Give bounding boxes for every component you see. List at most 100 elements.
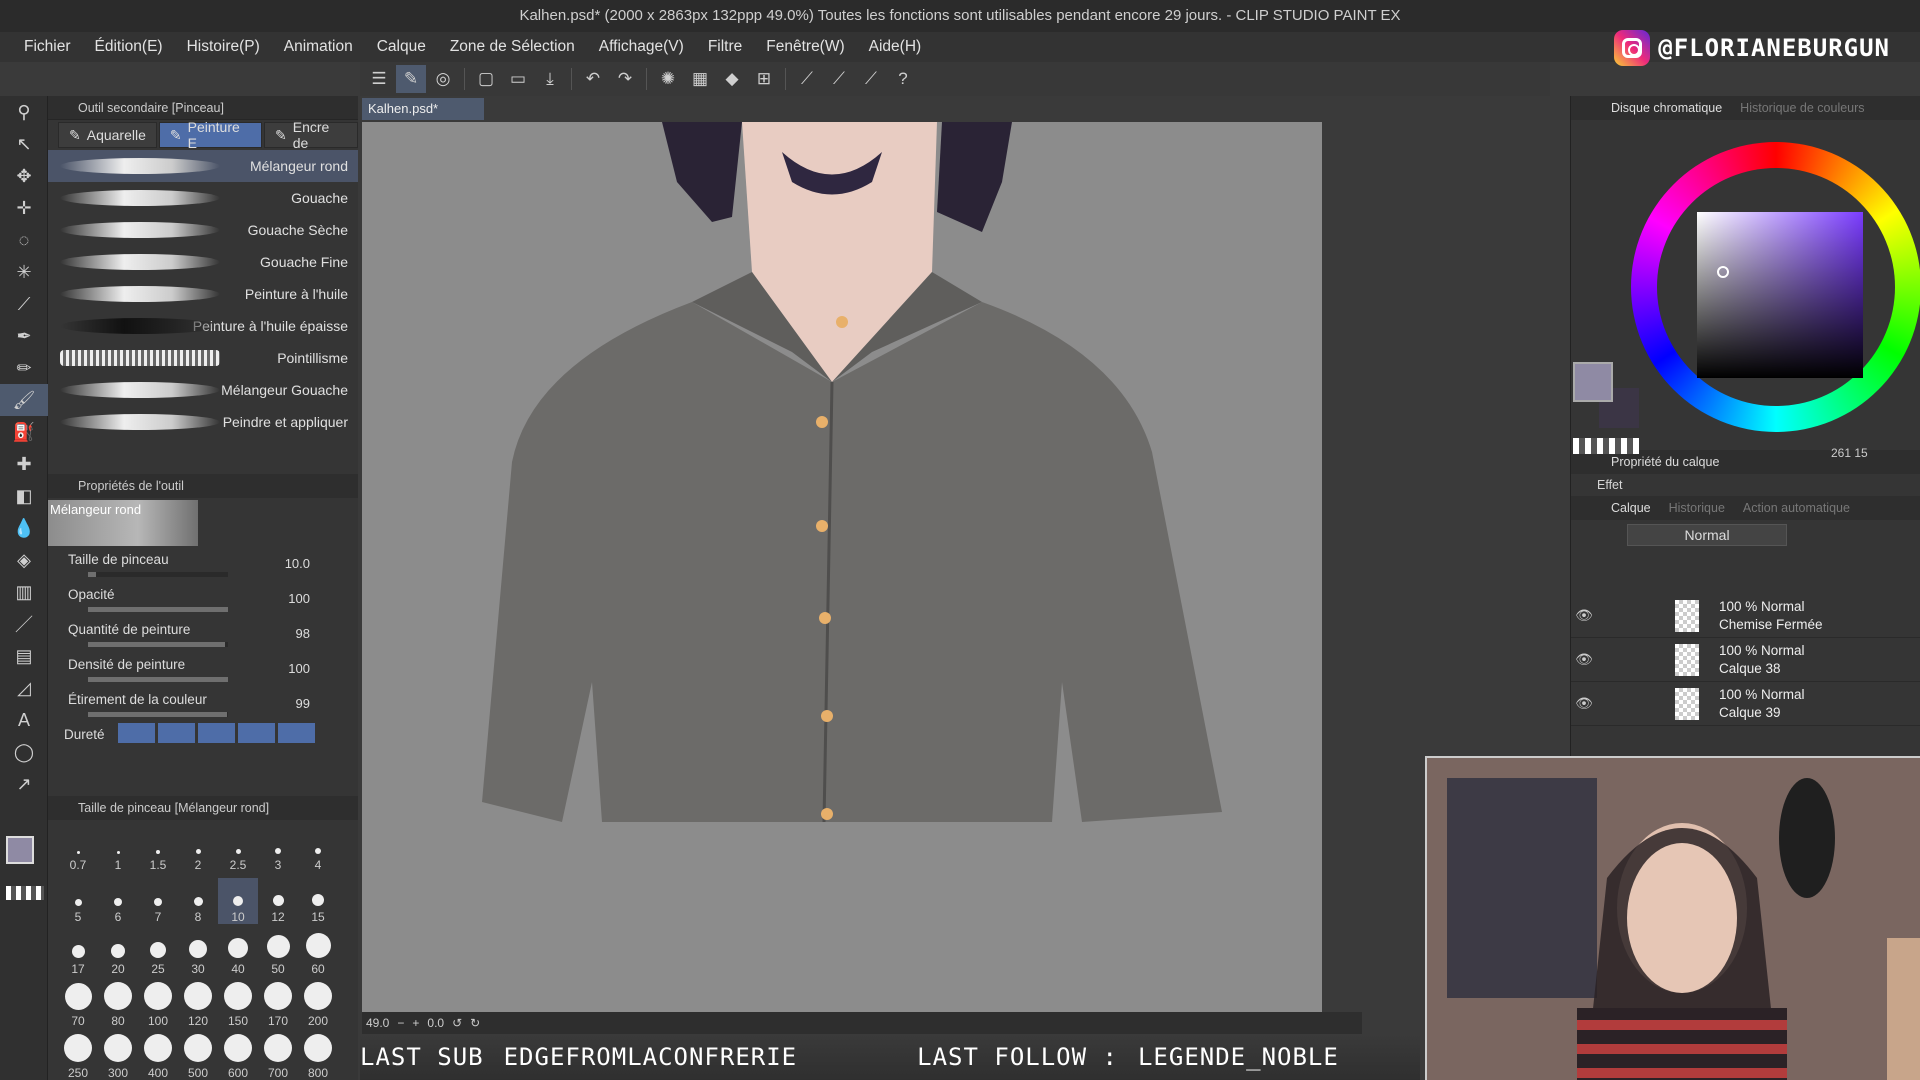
tool-property-row[interactable]: Quantité de peinture 98 <box>48 618 358 653</box>
brush-item[interactable]: Peinture à l'huile <box>48 278 358 310</box>
canvas-area[interactable]: Kalhen.psd* <box>360 96 1550 1024</box>
tab-calque[interactable]: Calque <box>1611 501 1651 515</box>
brush-size-preset[interactable]: 1.5 <box>138 826 178 872</box>
decoration-icon[interactable]: ✚ <box>0 448 48 480</box>
brush-size-preset[interactable]: 25 <box>138 930 178 976</box>
transform-icon[interactable]: ⊞ <box>749 65 779 93</box>
brush-size-preset[interactable]: 20 <box>98 930 138 976</box>
property-slider[interactable] <box>88 607 228 612</box>
open-folder-icon[interactable]: ▭ <box>503 65 533 93</box>
main-color-swatch[interactable] <box>1573 362 1613 402</box>
tab-aquarelle[interactable]: ✎ Aquarelle <box>58 122 157 148</box>
brush-size-preset[interactable]: 250 <box>58 1034 98 1080</box>
balloon-icon[interactable]: ◯ <box>0 736 48 768</box>
brush-size-preset[interactable]: 3 <box>258 826 298 872</box>
brush-size-preset[interactable]: 4 <box>298 826 338 872</box>
brush-size-preset[interactable]: 30 <box>178 930 218 976</box>
brush-size-preset[interactable]: 600 <box>218 1034 258 1080</box>
zoom-value[interactable]: 49.0 <box>366 1016 389 1030</box>
brush-size-preset[interactable]: 15 <box>298 878 338 924</box>
lasso-icon[interactable]: ◌ <box>0 224 48 256</box>
redo-icon[interactable]: ↷ <box>610 65 640 93</box>
brush-item[interactable]: Peindre et appliquer <box>48 406 358 438</box>
save-icon[interactable]: ⤓ <box>535 65 565 93</box>
brush-item[interactable]: Peinture à l'huile épaisse <box>48 310 358 342</box>
text-icon[interactable]: A <box>0 704 48 736</box>
new-file-icon[interactable]: ▢ <box>471 65 501 93</box>
tool-property-row[interactable]: Taille de pinceau 10.0 <box>48 548 358 583</box>
menu-aide[interactable]: Aide(H) <box>857 38 934 56</box>
brush-size-preset[interactable]: 12 <box>258 878 298 924</box>
menu-fenetre[interactable]: Fenêtre(W) <box>754 38 856 56</box>
menu-filtre[interactable]: Filtre <box>696 38 754 56</box>
artwork-canvas[interactable] <box>362 122 1322 1012</box>
blend-icon[interactable]: 💧 <box>0 512 48 544</box>
brush-size-preset[interactable]: 60 <box>298 930 338 976</box>
main-color-swatch[interactable] <box>6 836 34 864</box>
brush-item[interactable]: Pointillisme <box>48 342 358 374</box>
brush-size-preset[interactable]: 700 <box>258 1034 298 1080</box>
brush-size-preset[interactable]: 80 <box>98 982 138 1028</box>
fill-bucket-icon[interactable]: ◈ <box>0 544 48 576</box>
brush-size-preset[interactable]: 500 <box>178 1034 218 1080</box>
brush-size-preset[interactable]: 5 <box>58 878 98 924</box>
menu-icon[interactable]: ☰ <box>364 65 394 93</box>
brush-size-preset[interactable]: 50 <box>258 930 298 976</box>
color-pointer[interactable] <box>1717 266 1729 278</box>
brush-size-preset[interactable]: 1 <box>98 826 138 872</box>
ruler-icon[interactable]: ⟋ <box>792 65 822 93</box>
brush-size-preset[interactable]: 100 <box>138 982 178 1028</box>
brush-size-preset[interactable]: 6 <box>98 878 138 924</box>
snap-icon[interactable]: ⟋ <box>824 65 854 93</box>
brush-item[interactable]: Mélangeur Gouache <box>48 374 358 406</box>
tab-peinture[interactable]: ✎ Peinture E <box>158 119 262 151</box>
eye-icon[interactable]: 👁 <box>1571 695 1597 712</box>
eyedropper-icon[interactable]: ⟋ <box>0 288 48 320</box>
layer-move-icon[interactable]: ✥ <box>0 160 48 192</box>
document-tab[interactable]: Kalhen.psd* <box>362 98 484 120</box>
property-value[interactable]: 10.0 <box>285 556 310 571</box>
menu-animation[interactable]: Animation <box>272 38 365 56</box>
brush-item[interactable]: Gouache <box>48 182 358 214</box>
menu-fichier[interactable]: Fichier <box>12 38 83 56</box>
loading-icon[interactable]: ✺ <box>653 65 683 93</box>
brush-item[interactable]: Gouache Sèche <box>48 214 358 246</box>
angle-value[interactable]: 0.0 <box>427 1016 444 1030</box>
property-slider[interactable] <box>88 642 228 647</box>
tool-property-row[interactable]: Étirement de la couleur 99 <box>48 688 358 723</box>
zoom-out-icon[interactable]: − <box>397 1016 404 1030</box>
pen-icon[interactable]: ✒ <box>0 320 48 352</box>
frame-icon[interactable]: ▤ <box>0 640 48 672</box>
brush-icon[interactable]: 🖌 <box>0 384 48 416</box>
undo-icon[interactable]: ↶ <box>578 65 608 93</box>
tab-historique[interactable]: Historique <box>1669 501 1725 515</box>
brush-size-preset[interactable]: 0.7 <box>58 826 98 872</box>
swirl-icon[interactable]: ◎ <box>428 65 458 93</box>
tab-color-wheel[interactable]: Disque chromatique <box>1611 101 1722 115</box>
menu-edition[interactable]: Édition(E) <box>83 38 175 56</box>
brush-size-preset[interactable]: 120 <box>178 982 218 1028</box>
brush-size-preset[interactable]: 10 <box>218 878 258 924</box>
pen-pressure-icon[interactable]: ⟋ <box>856 65 886 93</box>
eraser-icon[interactable]: ◧ <box>0 480 48 512</box>
brush-size-preset[interactable]: 300 <box>98 1034 138 1080</box>
property-value[interactable]: 100 <box>288 661 310 676</box>
brush-size-preset[interactable]: 40 <box>218 930 258 976</box>
brush-item[interactable]: Gouache Fine <box>48 246 358 278</box>
saturation-value-box[interactable] <box>1697 212 1863 378</box>
property-value[interactable]: 100 <box>288 591 310 606</box>
brush-size-preset[interactable]: 150 <box>218 982 258 1028</box>
tab-encre[interactable]: ✎ Encre de <box>264 119 358 151</box>
tool-property-row[interactable]: Opacité 100 <box>48 583 358 618</box>
operation-icon[interactable]: ↖ <box>0 128 48 160</box>
property-value[interactable]: 98 <box>296 626 310 641</box>
eye-icon[interactable]: 👁 <box>1571 607 1597 624</box>
brush-mode-icon[interactable]: ✎ <box>396 65 426 93</box>
help-icon[interactable]: ? <box>888 65 918 93</box>
layer-row[interactable]: 👁 100 % Normal Chemise Fermée <box>1571 594 1920 638</box>
menu-affichage[interactable]: Affichage(V) <box>587 38 696 56</box>
pencil-icon[interactable]: ✏ <box>0 352 48 384</box>
layer-row[interactable]: 👁 100 % Normal Calque 39 <box>1571 682 1920 726</box>
clear-icon[interactable]: ▦ <box>685 65 715 93</box>
menu-histoire[interactable]: Histoire(P) <box>175 38 272 56</box>
